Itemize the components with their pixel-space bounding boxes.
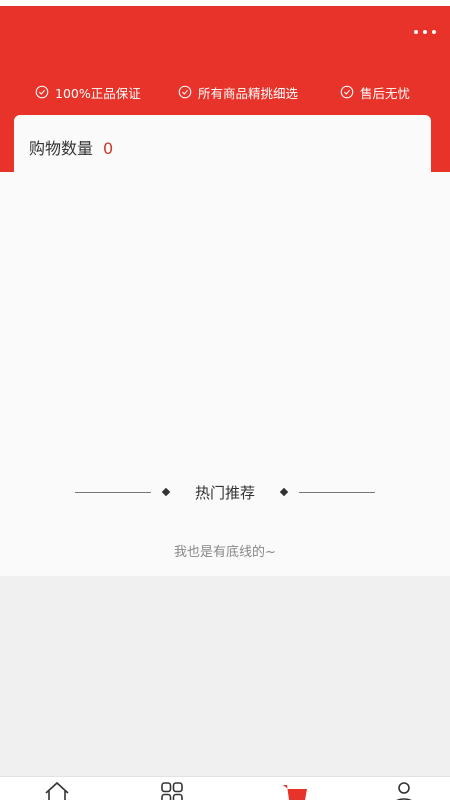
check-circle-icon xyxy=(35,85,49,99)
tab-home[interactable] xyxy=(43,780,71,800)
check-circle-icon xyxy=(340,85,354,99)
recommend-title: 热门推荐 xyxy=(194,483,255,502)
tab-category[interactable] xyxy=(158,780,186,800)
cart-count-value: 0 xyxy=(103,139,114,158)
guarantee-list: 100%正品保证 所有商品精挑细选 售后无忧 xyxy=(0,80,450,104)
tab-bar xyxy=(0,776,450,800)
guarantee-label: 售后无忧 xyxy=(360,85,411,101)
cart-card: 购物数量 0 xyxy=(14,115,431,576)
category-icon xyxy=(161,782,183,800)
guarantee-label: 100%正品保证 xyxy=(55,85,141,101)
end-of-list-text: 我也是有底线的~ xyxy=(174,545,276,560)
cart-icon xyxy=(283,785,307,800)
recommend-header: 热门推荐 xyxy=(0,480,450,504)
divider-line xyxy=(299,491,375,493)
cart-count: 购物数量 0 xyxy=(29,135,113,159)
cart-count-label: 购物数量 xyxy=(29,139,94,158)
status-bar xyxy=(0,0,450,6)
divider-line xyxy=(74,491,151,493)
diamond-icon xyxy=(161,487,171,497)
more-button[interactable] xyxy=(414,24,436,40)
check-circle-icon xyxy=(178,85,192,99)
guarantee-item: 100%正品保证 xyxy=(35,80,141,104)
tab-cart[interactable] xyxy=(281,780,309,800)
more-dot xyxy=(432,30,436,34)
guarantee-item: 售后无忧 xyxy=(340,80,410,104)
more-dot xyxy=(423,30,427,34)
guarantee-item: 所有商品精挑细选 xyxy=(178,80,298,104)
recommend-list xyxy=(0,576,450,776)
user-icon xyxy=(396,782,412,800)
tab-user[interactable] xyxy=(390,780,418,800)
more-dot xyxy=(414,30,418,34)
diamond-icon xyxy=(279,487,289,497)
home-icon xyxy=(45,781,69,800)
guarantee-label: 所有商品精挑细选 xyxy=(198,85,299,101)
